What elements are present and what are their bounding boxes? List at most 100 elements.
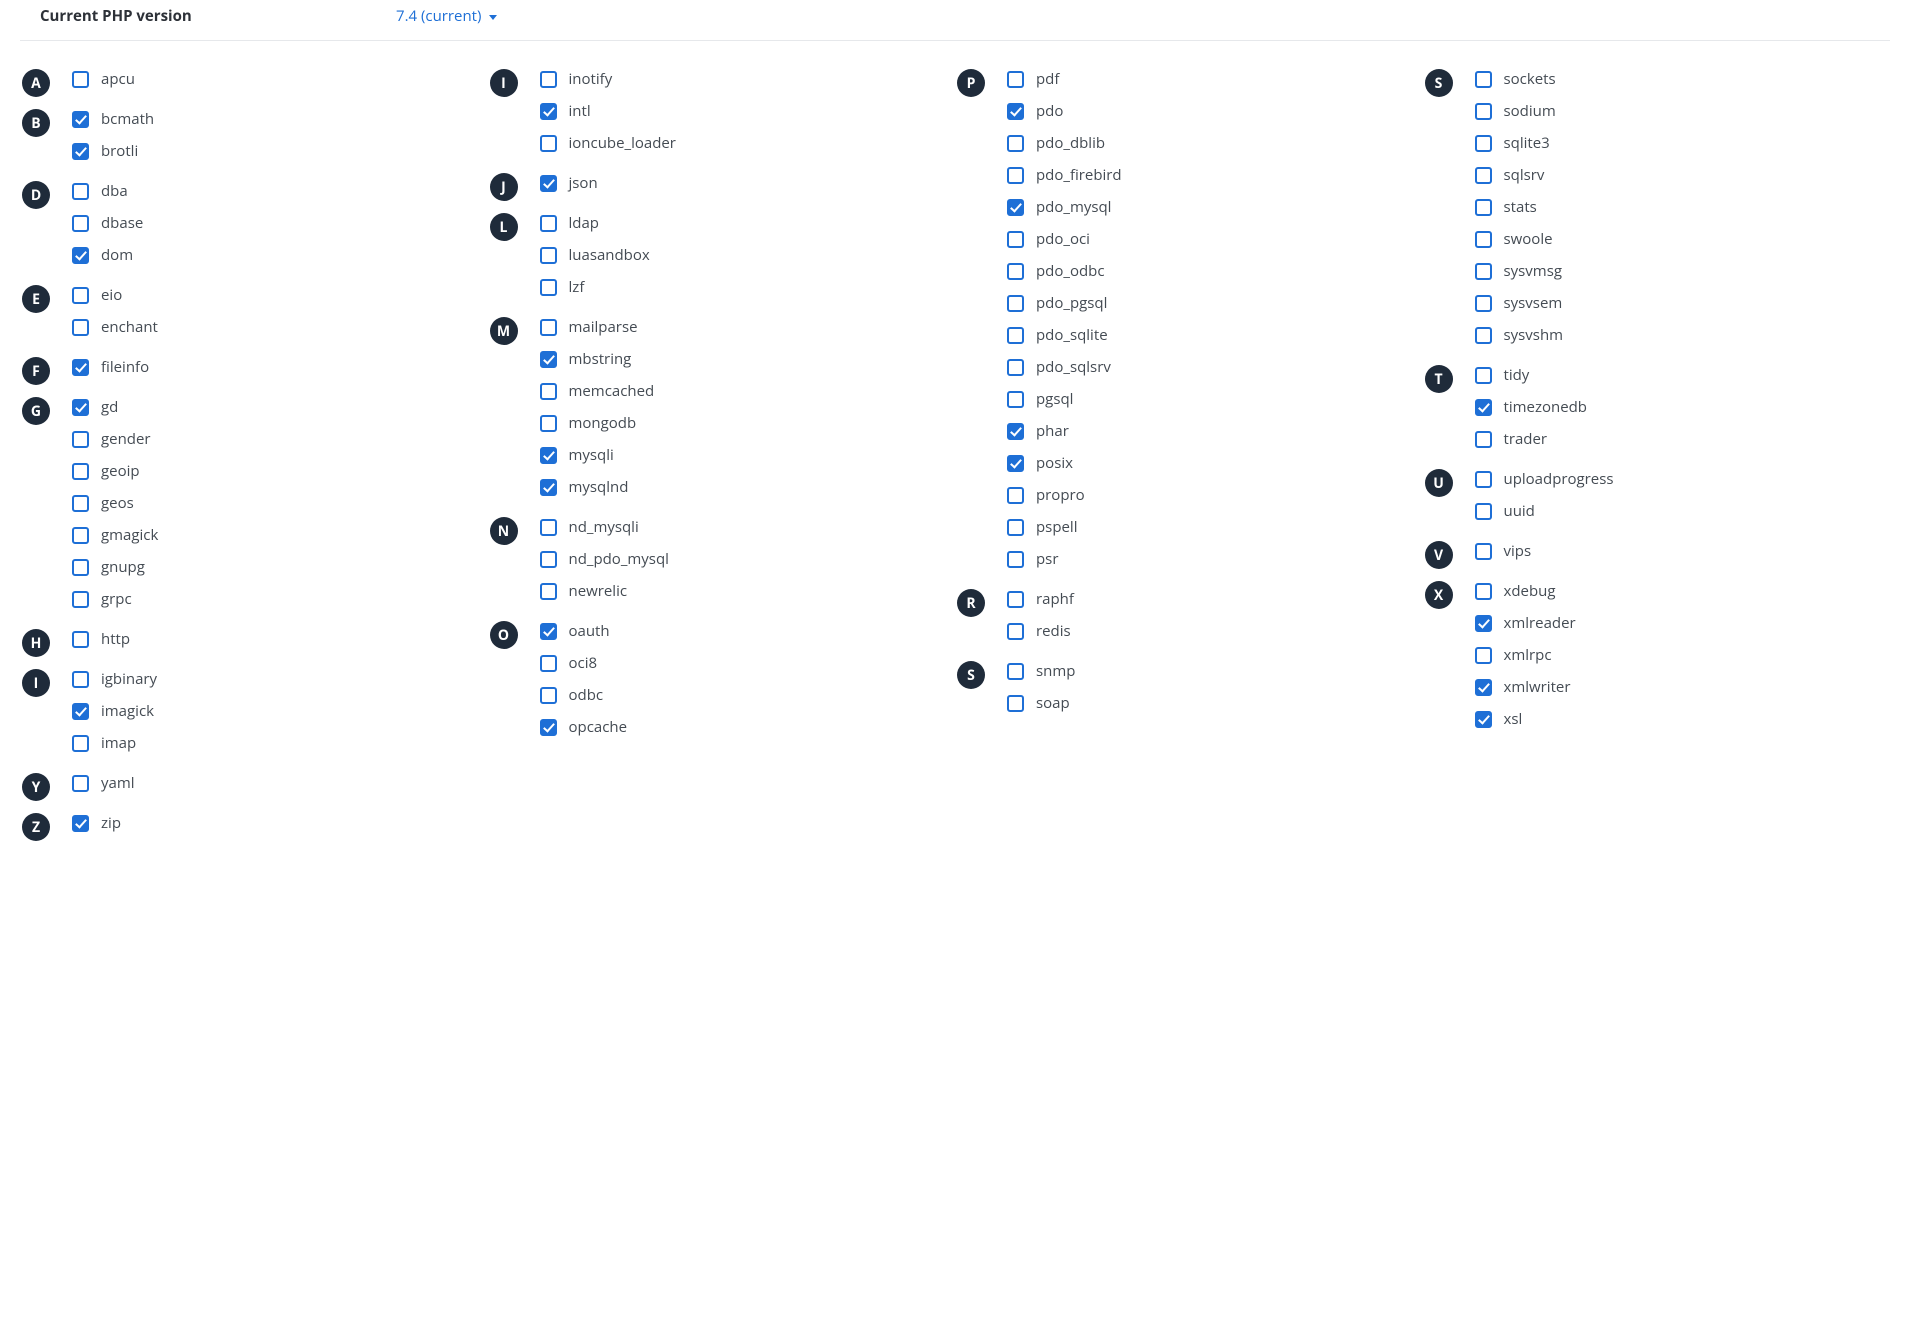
extension-checkbox-sysvshm[interactable] (1475, 327, 1492, 344)
extension-checkbox-mysqlnd[interactable] (540, 479, 557, 496)
extension-checkbox-json[interactable] (540, 175, 557, 192)
extension-label[interactable]: grpc (101, 589, 132, 609)
extension-checkbox-sysvmsg[interactable] (1475, 263, 1492, 280)
extension-checkbox-pdo_pgsql[interactable] (1007, 295, 1024, 312)
extension-label[interactable]: yaml (101, 773, 135, 793)
extension-checkbox-pgsql[interactable] (1007, 391, 1024, 408)
extension-checkbox-sodium[interactable] (1475, 103, 1492, 120)
extension-checkbox-nd_pdo_mysql[interactable] (540, 551, 557, 568)
extension-checkbox-pdo_odbc[interactable] (1007, 263, 1024, 280)
extension-label[interactable]: snmp (1036, 661, 1075, 681)
extension-label[interactable]: eio (101, 285, 122, 305)
extension-label[interactable]: xmlreader (1504, 613, 1576, 633)
extension-label[interactable]: imagick (101, 701, 154, 721)
extension-label[interactable]: posix (1036, 453, 1073, 473)
extension-checkbox-trader[interactable] (1475, 431, 1492, 448)
extension-label[interactable]: newrelic (569, 581, 628, 601)
extension-label[interactable]: pdo_sqlite (1036, 325, 1108, 345)
extension-checkbox-pdf[interactable] (1007, 71, 1024, 88)
extension-label[interactable]: apcu (101, 69, 135, 89)
extension-checkbox-pdo[interactable] (1007, 103, 1024, 120)
extension-checkbox-uploadprogress[interactable] (1475, 471, 1492, 488)
extension-label[interactable]: ldap (569, 213, 599, 233)
extension-label[interactable]: mysqlnd (569, 477, 629, 497)
extension-checkbox-apcu[interactable] (72, 71, 89, 88)
extension-checkbox-mailparse[interactable] (540, 319, 557, 336)
extension-checkbox-enchant[interactable] (72, 319, 89, 336)
extension-checkbox-sockets[interactable] (1475, 71, 1492, 88)
extension-checkbox-swoole[interactable] (1475, 231, 1492, 248)
extension-label[interactable]: sysvmsg (1504, 261, 1562, 281)
extension-checkbox-gd[interactable] (72, 399, 89, 416)
extension-label[interactable]: sodium (1504, 101, 1556, 121)
extension-label[interactable]: odbc (569, 685, 604, 705)
extension-label[interactable]: mongodb (569, 413, 637, 433)
extension-checkbox-yaml[interactable] (72, 775, 89, 792)
extension-checkbox-stats[interactable] (1475, 199, 1492, 216)
extension-checkbox-eio[interactable] (72, 287, 89, 304)
extension-checkbox-pdo_dblib[interactable] (1007, 135, 1024, 152)
extension-label[interactable]: psr (1036, 549, 1058, 569)
extension-checkbox-http[interactable] (72, 631, 89, 648)
extension-checkbox-memcached[interactable] (540, 383, 557, 400)
extension-label[interactable]: geos (101, 493, 134, 513)
extension-label[interactable]: sockets (1504, 69, 1556, 89)
extension-label[interactable]: inotify (569, 69, 613, 89)
extension-label[interactable]: opcache (569, 717, 628, 737)
extension-checkbox-mysqli[interactable] (540, 447, 557, 464)
extension-checkbox-xdebug[interactable] (1475, 583, 1492, 600)
extension-label[interactable]: lzf (569, 277, 585, 297)
extension-label[interactable]: dbase (101, 213, 143, 233)
extension-checkbox-propro[interactable] (1007, 487, 1024, 504)
extension-checkbox-mongodb[interactable] (540, 415, 557, 432)
extension-checkbox-mbstring[interactable] (540, 351, 557, 368)
php-version-selector[interactable]: 7.4 (current) (396, 6, 497, 26)
extension-checkbox-geoip[interactable] (72, 463, 89, 480)
extension-checkbox-oci8[interactable] (540, 655, 557, 672)
extension-checkbox-xmlrpc[interactable] (1475, 647, 1492, 664)
extension-label[interactable]: json (569, 173, 598, 193)
extension-checkbox-luasandbox[interactable] (540, 247, 557, 264)
extension-label[interactable]: gender (101, 429, 151, 449)
extension-checkbox-psr[interactable] (1007, 551, 1024, 568)
extension-label[interactable]: uuid (1504, 501, 1535, 521)
extension-label[interactable]: pdo (1036, 101, 1063, 121)
extension-checkbox-dbase[interactable] (72, 215, 89, 232)
extension-label[interactable]: nd_pdo_mysql (569, 549, 669, 569)
extension-checkbox-sqlite3[interactable] (1475, 135, 1492, 152)
extension-label[interactable]: gnupg (101, 557, 145, 577)
extension-checkbox-ldap[interactable] (540, 215, 557, 232)
extension-checkbox-inotify[interactable] (540, 71, 557, 88)
extension-label[interactable]: vips (1504, 541, 1532, 561)
extension-checkbox-vips[interactable] (1475, 543, 1492, 560)
extension-checkbox-odbc[interactable] (540, 687, 557, 704)
extension-label[interactable]: pdo_mysql (1036, 197, 1111, 217)
extension-label[interactable]: timezonedb (1504, 397, 1587, 417)
extension-label[interactable]: propro (1036, 485, 1085, 505)
extension-label[interactable]: pdo_oci (1036, 229, 1090, 249)
extension-checkbox-oauth[interactable] (540, 623, 557, 640)
extension-label[interactable]: xsl (1504, 709, 1523, 729)
extension-checkbox-gender[interactable] (72, 431, 89, 448)
extension-label[interactable]: pdf (1036, 69, 1059, 89)
extension-label[interactable]: enchant (101, 317, 158, 337)
extension-checkbox-pdo_mysql[interactable] (1007, 199, 1024, 216)
extension-label[interactable]: memcached (569, 381, 655, 401)
extension-checkbox-soap[interactable] (1007, 695, 1024, 712)
extension-checkbox-zip[interactable] (72, 815, 89, 832)
extension-label[interactable]: gd (101, 397, 118, 417)
extension-label[interactable]: oauth (569, 621, 610, 641)
extension-label[interactable]: bcmath (101, 109, 154, 129)
extension-label[interactable]: soap (1036, 693, 1070, 713)
extension-label[interactable]: mysqli (569, 445, 614, 465)
extension-checkbox-tidy[interactable] (1475, 367, 1492, 384)
extension-label[interactable]: oci8 (569, 653, 598, 673)
extension-checkbox-timezonedb[interactable] (1475, 399, 1492, 416)
extension-label[interactable]: phar (1036, 421, 1069, 441)
extension-checkbox-dom[interactable] (72, 247, 89, 264)
extension-label[interactable]: pdo_sqlsrv (1036, 357, 1111, 377)
extension-checkbox-dba[interactable] (72, 183, 89, 200)
extension-checkbox-redis[interactable] (1007, 623, 1024, 640)
extension-checkbox-ioncube_loader[interactable] (540, 135, 557, 152)
extension-label[interactable]: stats (1504, 197, 1537, 217)
